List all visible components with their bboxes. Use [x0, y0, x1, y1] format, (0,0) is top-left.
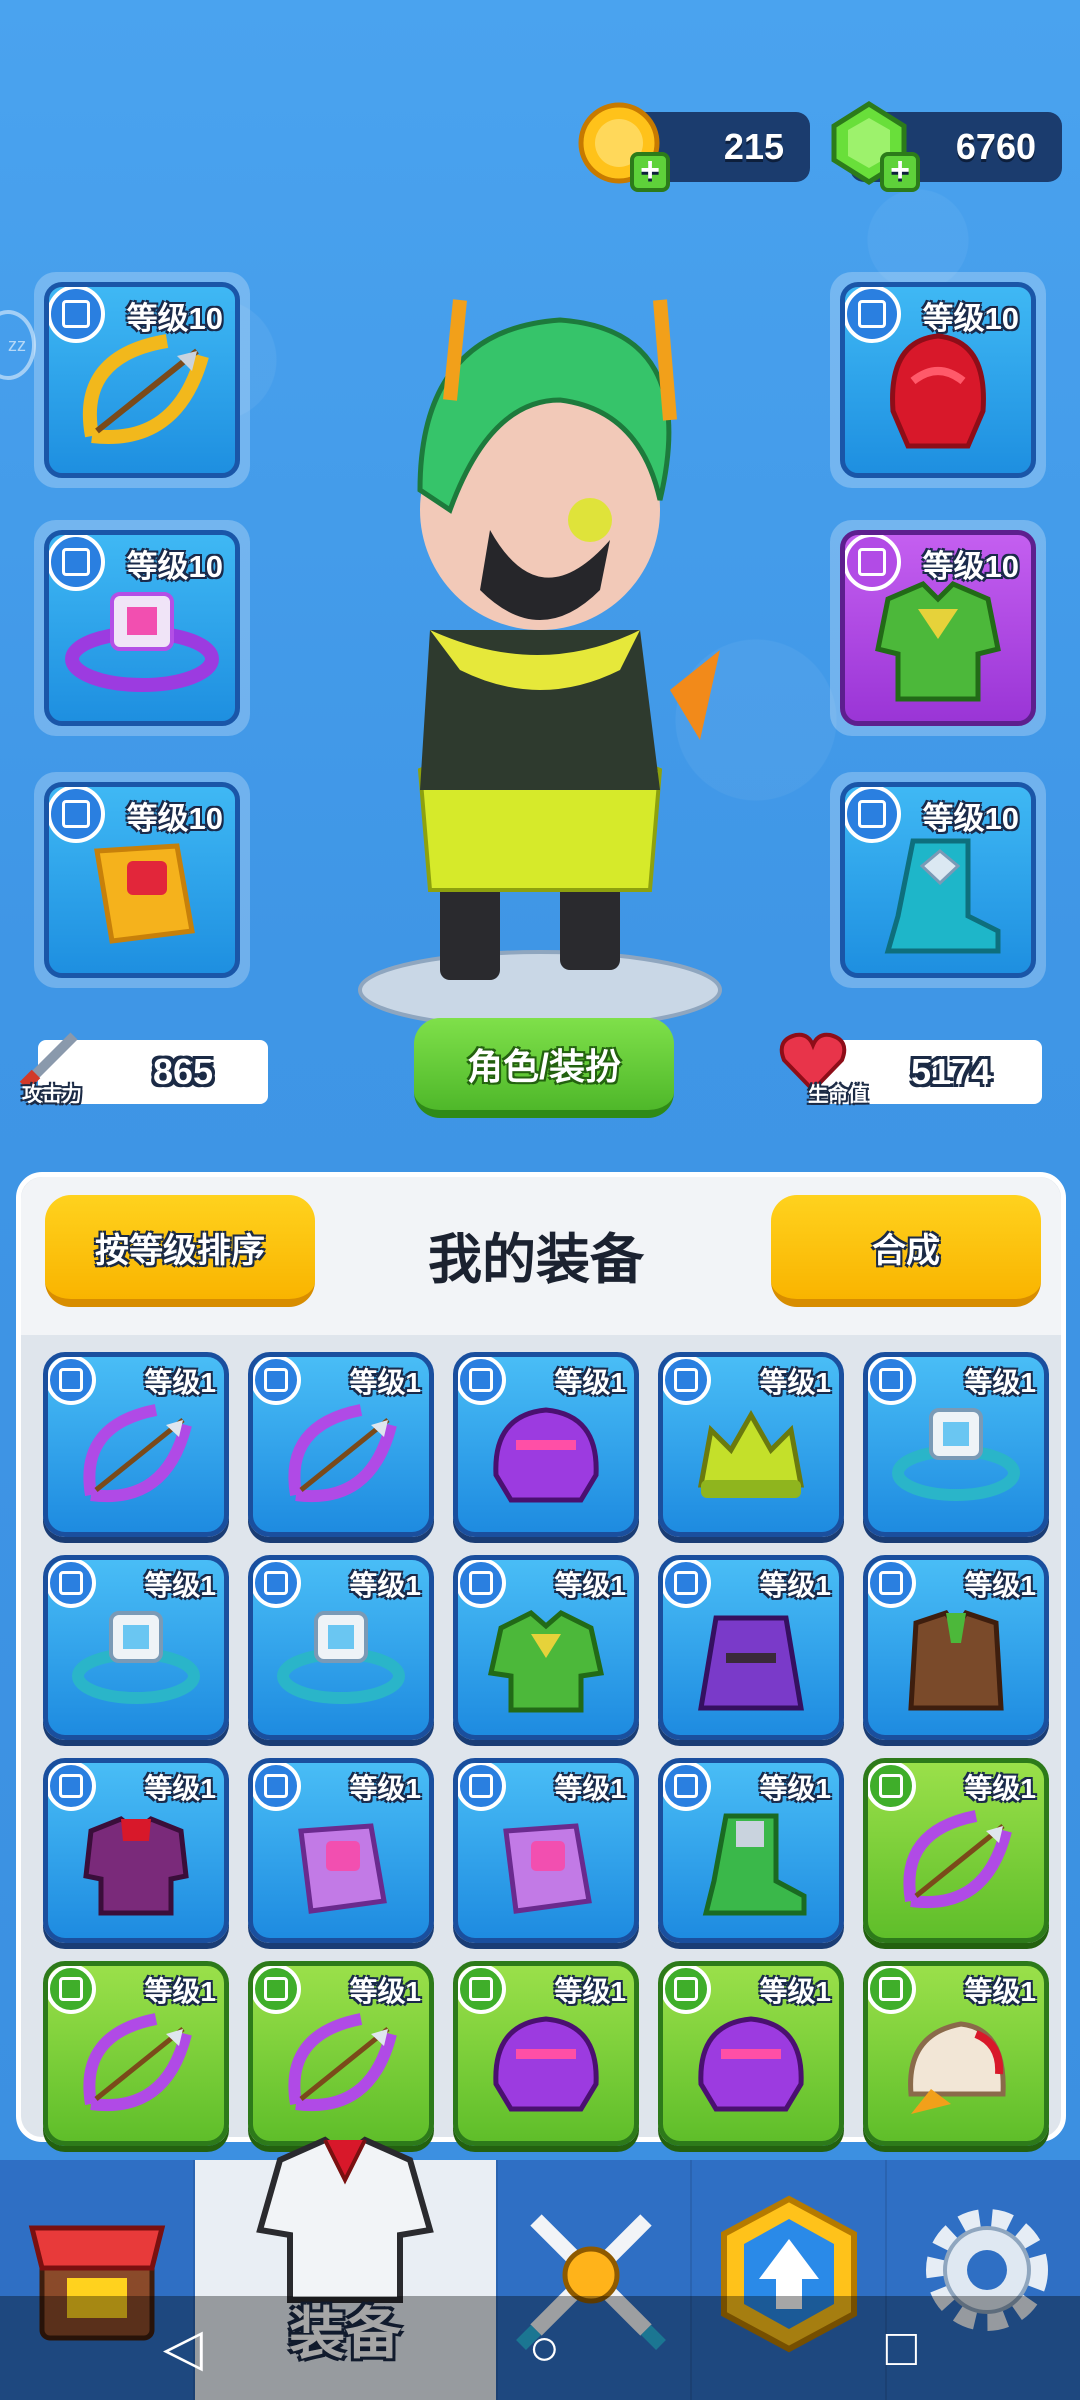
- helmet-icon: [890, 333, 986, 449]
- hero-character: [358, 299, 722, 1030]
- inventory-item[interactable]: 等级1: [658, 1352, 844, 1537]
- inventory-item[interactable]: 等级1: [453, 1758, 639, 1943]
- inventory-item[interactable]: 等级1: [43, 1961, 229, 2146]
- equipped-weapon-slot[interactable]: 等级10: [34, 272, 250, 488]
- character-skin-button[interactable]: 角色/装扮: [414, 1018, 674, 1118]
- bracer-icon: [503, 1823, 592, 1914]
- inventory-item[interactable]: 等级1: [863, 1352, 1049, 1537]
- gold-amount: 215: [723, 126, 784, 167]
- inventory-item[interactable]: 等级1: [43, 1352, 229, 1537]
- attack-label: 攻击力: [22, 1084, 82, 1106]
- bow-icon: [903, 1810, 1012, 1909]
- ring-icon: [892, 1408, 1020, 1501]
- add-gold-button[interactable]: +: [630, 152, 670, 192]
- back-button[interactable]: ◁: [163, 2318, 203, 2378]
- equipped-helmet-slot[interactable]: 等级10: [830, 272, 1046, 488]
- inventory-item[interactable]: 等级1: [43, 1555, 229, 1740]
- gold-counter[interactable]: + 215: [578, 102, 810, 192]
- helmet-icon: [493, 2016, 599, 2112]
- boot-icon: [702, 1813, 807, 1916]
- inventory-item[interactable]: 等级1: [658, 1555, 844, 1740]
- recent-apps-button[interactable]: □: [886, 2318, 917, 2378]
- system-nav-bar: ◁ ○ □: [0, 2296, 1080, 2400]
- vest-icon: [908, 1610, 1004, 1711]
- inventory-item[interactable]: 等级1: [863, 1555, 1049, 1740]
- bracer-icon: [298, 1823, 387, 1914]
- home-button[interactable]: ○: [529, 2318, 560, 2378]
- bow-icon: [82, 334, 209, 445]
- inventory-item[interactable]: 等级1: [863, 1961, 1049, 2146]
- inventory-item[interactable]: 等级1: [248, 1758, 434, 1943]
- inventory-item[interactable]: 等级1: [658, 1758, 844, 1943]
- inventory-item[interactable]: 等级1: [453, 1961, 639, 2146]
- inventory-item[interactable]: 等级1: [863, 1758, 1049, 1943]
- inventory-header: 按等级排序 我的装备 合成: [21, 1177, 1061, 1335]
- cloak-icon: [698, 1615, 804, 1711]
- attack-value: 865: [152, 1051, 214, 1092]
- hp-value: 5174: [910, 1051, 992, 1092]
- crown-helmet-icon: [698, 1409, 804, 1498]
- bow-icon: [288, 2013, 397, 2112]
- boot-icon: [884, 838, 1001, 954]
- add-gem-button[interactable]: +: [880, 152, 920, 192]
- hp-label: 生命值: [808, 1084, 868, 1106]
- armor-icon: [875, 581, 1001, 702]
- armor-icon: [487, 1610, 605, 1713]
- bracer-icon: [94, 843, 195, 944]
- bow-icon: [288, 1404, 397, 1503]
- armor-icon: [256, 2136, 434, 2303]
- ring-icon: [277, 1611, 405, 1704]
- inventory-item[interactable]: 等级1: [43, 1758, 229, 1943]
- equipped-armor-slot[interactable]: 等级10: [830, 520, 1046, 736]
- inventory-item[interactable]: 等级1: [453, 1555, 639, 1740]
- equipped-bracer-slot[interactable]: 等级10: [34, 772, 250, 988]
- side-tab[interactable]: zz: [0, 310, 36, 380]
- helmet-icon: [493, 1407, 599, 1503]
- inventory-item[interactable]: 等级1: [248, 1961, 434, 2146]
- inventory-title: 我的装备: [428, 1230, 644, 1290]
- equipped-ring-slot[interactable]: 等级10: [34, 520, 250, 736]
- gem-amount: 6760: [955, 126, 1036, 167]
- item-grid: 等级1 等级1 等级1 等级1 等级1 等级1 等级1 等级1 等级1 等级1 等级1 等级1 等级1 等…: [43, 1352, 1049, 2146]
- inventory-item[interactable]: 等级1: [248, 1555, 434, 1740]
- inventory-item[interactable]: 等级1: [248, 1352, 434, 1537]
- inventory-item[interactable]: 等级1: [658, 1961, 844, 2146]
- shirt-icon: [83, 1816, 189, 1916]
- eagle-helmet-icon: [908, 2021, 1006, 2114]
- inventory-panel: 按等级排序 我的装备 合成 等级1 等级1 等级1 等级1 等级1 等级1 等级1 等级1 等级…: [16, 1172, 1066, 2146]
- sort-by-level-button[interactable]: 按等级排序: [45, 1195, 315, 1307]
- helmet-icon: [698, 2016, 804, 2112]
- gem-counter[interactable]: + 6760: [831, 101, 1062, 192]
- merge-button[interactable]: 合成: [771, 1195, 1041, 1307]
- inventory-item[interactable]: 等级1: [453, 1352, 639, 1537]
- equipped-boots-slot[interactable]: 等级10: [830, 772, 1046, 988]
- ring-icon: [65, 592, 219, 693]
- bow-icon: [83, 2013, 192, 2112]
- bow-icon: [83, 1404, 192, 1503]
- ring-icon: [72, 1611, 200, 1704]
